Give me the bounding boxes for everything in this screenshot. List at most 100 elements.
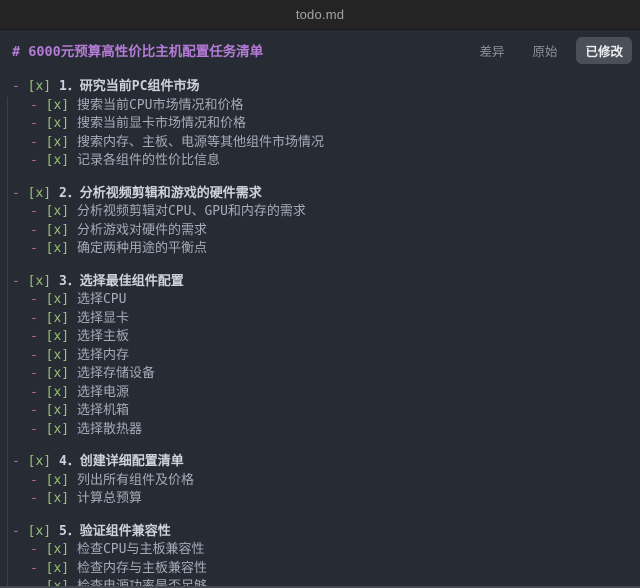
checked-checkbox-marker: [x] — [45, 116, 70, 131]
checked-checkbox-marker: [x] — [27, 454, 52, 469]
task-section-row: - [x] 4．创建详细配置清单 — [0, 453, 640, 472]
task-item-row: - [x] 搜索内存、主板、电源等其他组件市场情况 — [0, 134, 640, 153]
checked-checkbox-marker: [x] — [45, 472, 70, 488]
checked-checkbox-marker: [x] — [27, 79, 52, 94]
task-item-row: - [x] 选择电源 — [0, 384, 640, 403]
checked-checkbox-marker: [x] — [45, 204, 70, 219]
task-item-row: - [x] 检查CPU与主板兼容性 — [0, 541, 640, 560]
task-section-row: - [x] 2．分析视频剪辑和游戏的硬件需求 — [0, 185, 640, 204]
item-label: 记录各组件的性价比信息 — [76, 153, 220, 168]
item-label: 确定两种用途的平衡点 — [76, 241, 207, 256]
list-bullet: - — [12, 79, 20, 94]
modified-view-button[interactable]: 已修改 — [576, 36, 632, 64]
list-bullet: - — [30, 542, 38, 557]
list-bullet: - — [30, 366, 38, 381]
task-item-row: - [x] 选择散热器 — [0, 421, 640, 440]
item-label: 搜索当前CPU市场情况和价格 — [76, 97, 244, 113]
list-bullet: - — [30, 116, 38, 131]
task-section-row: - [x] 3．选择最佳组件配置 — [0, 273, 640, 292]
item-label: 选择主板 — [76, 329, 129, 344]
checked-checkbox-marker: [x] — [45, 134, 70, 150]
section-title: 5．验证组件兼容性 — [58, 523, 171, 539]
task-item-row: - [x] 选择显卡 — [0, 310, 640, 329]
list-bullet: - — [12, 273, 20, 289]
task-section: - [x] 5．验证组件兼容性 - [x] 检查CPU与主板兼容性 - [x] 检查… — [0, 523, 640, 588]
task-item-row: - [x] 搜索当前显卡市场情况和价格 — [0, 115, 640, 134]
view-mode-switcher: 差异 原始 已修改 — [470, 36, 632, 64]
task-checklist: - [x] 1．研究当前PC组件市场 - [x] 搜索当前CPU市场情况和价格 - … — [0, 78, 640, 588]
list-bullet: - — [30, 347, 38, 363]
toolbar: # 6000元预算高性价比主机配置任务清单 差异 原始 已修改 — [0, 30, 640, 70]
diff-view-button[interactable]: 差异 — [470, 37, 513, 64]
item-label: 选择机箱 — [76, 403, 129, 418]
list-bullet: - — [30, 292, 38, 307]
task-section-row: - [x] 1．研究当前PC组件市场 — [0, 78, 640, 97]
list-bullet: - — [30, 491, 38, 506]
list-bullet: - — [30, 421, 38, 437]
list-bullet: - — [12, 185, 20, 201]
item-label: 分析游戏对硬件的需求 — [76, 222, 207, 238]
section-title: 2．分析视频剪辑和游戏的硬件需求 — [58, 185, 262, 201]
task-item-row: - [x] 选择内存 — [0, 347, 640, 366]
item-label: 搜索当前显卡市场情况和价格 — [76, 116, 246, 131]
item-label: 选择内存 — [76, 347, 129, 363]
item-label: 检查内存与主板兼容性 — [76, 560, 207, 576]
list-bullet: - — [30, 97, 38, 113]
task-item-row: - [x] 分析视频剪辑对CPU、GPU和内存的需求 — [0, 203, 640, 222]
task-item-row: - [x] 计算总预算 — [0, 490, 640, 509]
checked-checkbox-marker: [x] — [45, 97, 70, 113]
list-bullet: - — [12, 454, 20, 469]
task-item-row: - [x] 选择机箱 — [0, 402, 640, 421]
checked-checkbox-marker: [x] — [45, 491, 70, 506]
list-bullet: - — [30, 560, 38, 576]
checked-checkbox-marker: [x] — [45, 403, 70, 418]
checked-checkbox-marker: [x] — [45, 542, 70, 557]
item-label: 选择显卡 — [76, 310, 129, 326]
section-title: 1．研究当前PC组件市场 — [58, 79, 200, 94]
item-label: 列出所有组件及价格 — [76, 472, 194, 488]
list-bullet: - — [30, 472, 38, 488]
list-bullet: - — [30, 241, 38, 256]
section-title: 4．创建详细配置清单 — [58, 454, 184, 469]
checked-checkbox-marker: [x] — [45, 241, 70, 256]
task-item-row: - [x] 记录各组件的性价比信息 — [0, 152, 640, 171]
item-label: 计算总预算 — [76, 491, 142, 506]
list-bullet: - — [30, 329, 38, 344]
task-item-row: - [x] 选择CPU — [0, 291, 640, 310]
task-section: - [x] 3．选择最佳组件配置 - [x] 选择CPU - [x] 选择显卡 - [… — [0, 273, 640, 440]
item-label: 选择电源 — [76, 384, 129, 400]
checked-checkbox-marker: [x] — [45, 384, 70, 400]
item-label: 检查CPU与主板兼容性 — [76, 542, 205, 557]
checked-checkbox-marker: [x] — [27, 273, 52, 289]
checked-checkbox-marker: [x] — [45, 292, 70, 307]
checked-checkbox-marker: [x] — [45, 153, 70, 168]
checked-checkbox-marker: [x] — [45, 560, 70, 576]
task-item-row: - [x] 检查内存与主板兼容性 — [0, 560, 640, 579]
task-item-row: - [x] 搜索当前CPU市场情况和价格 — [0, 97, 640, 116]
task-section: - [x] 4．创建详细配置清单 - [x] 列出所有组件及价格 - [x] 计算总… — [0, 453, 640, 509]
markdown-content[interactable]: - [x] 1．研究当前PC组件市场 - [x] 搜索当前CPU市场情况和价格 - … — [0, 70, 640, 588]
checked-checkbox-marker: [x] — [45, 222, 70, 238]
titlebar: todo.md — [0, 0, 640, 30]
item-label: 分析视频剪辑对CPU、GPU和内存的需求 — [76, 204, 306, 219]
list-bullet: - — [30, 134, 38, 150]
checked-checkbox-marker: [x] — [45, 310, 70, 326]
original-view-button[interactable]: 原始 — [523, 37, 566, 64]
window-title: todo.md — [295, 7, 345, 22]
list-bullet: - — [30, 403, 38, 418]
item-label: 搜索内存、主板、电源等其他组件市场情况 — [76, 134, 324, 150]
task-section-row: - [x] 5．验证组件兼容性 — [0, 523, 640, 542]
list-bullet: - — [30, 310, 38, 326]
item-label: 选择散热器 — [76, 421, 142, 437]
checked-checkbox-marker: [x] — [45, 366, 70, 381]
section-title: 3．选择最佳组件配置 — [58, 273, 184, 289]
document-heading: # 6000元预算高性价比主机配置任务清单 — [12, 44, 264, 60]
item-label: 选择存储设备 — [76, 366, 155, 381]
checked-checkbox-marker: [x] — [45, 347, 70, 363]
checked-checkbox-marker: [x] — [27, 523, 52, 539]
task-item-row: - [x] 确定两种用途的平衡点 — [0, 240, 640, 259]
list-bullet: - — [30, 384, 38, 400]
markdown-viewer-window: todo.md # 6000元预算高性价比主机配置任务清单 差异 原始 已修改 … — [0, 0, 640, 588]
task-section: - [x] 2．分析视频剪辑和游戏的硬件需求 - [x] 分析视频剪辑对CPU、G… — [0, 185, 640, 259]
checked-checkbox-marker: [x] — [45, 329, 70, 344]
